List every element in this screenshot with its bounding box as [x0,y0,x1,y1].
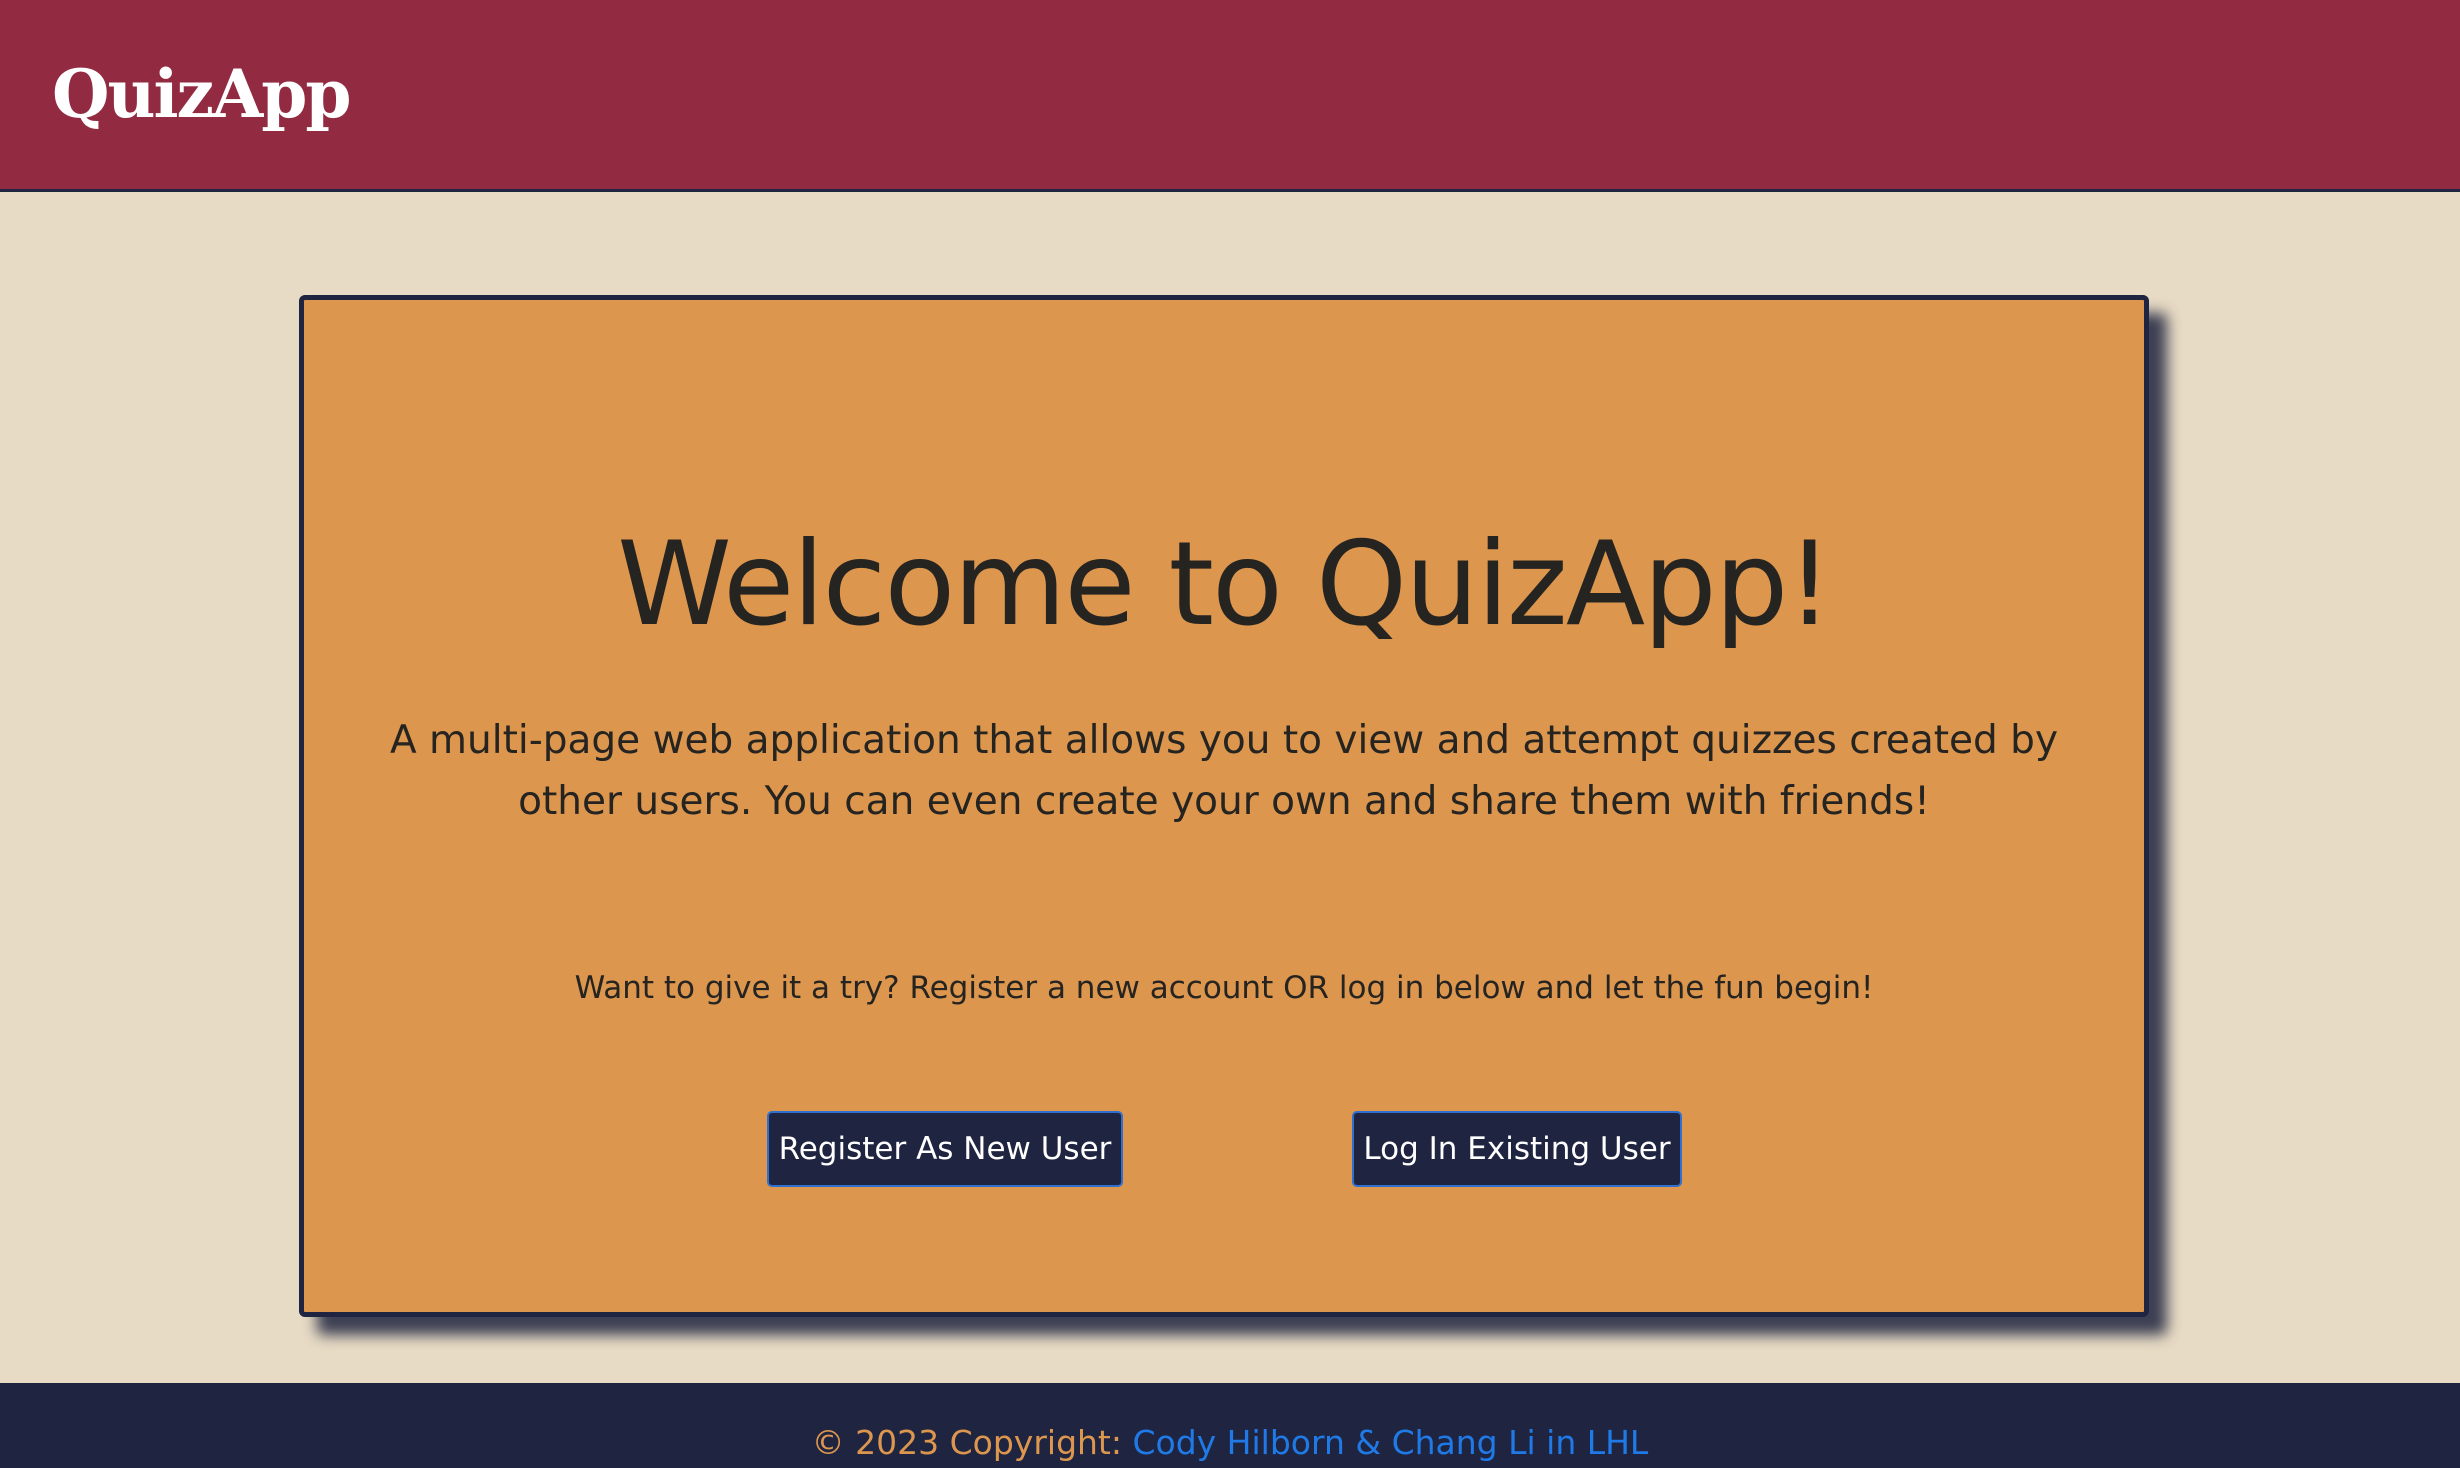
call-to-action-text: Want to give it a try? Register a new ac… [574,970,1874,1006]
welcome-card: Welcome to QuizApp! A multi-page web app… [299,295,2149,1317]
footer-copyright: © 2023 Copyright: Cody Hilborn & Chang L… [0,1421,2460,1465]
copyright-text: © 2023 Copyright: [811,1423,1133,1462]
page-title: Welcome to QuizApp! [617,517,1833,652]
top-navbar: QuizApp [0,0,2460,192]
credits-link[interactable]: Cody Hilborn & Chang Li in LHL [1132,1423,1648,1462]
brand-logo-link[interactable]: QuizApp [52,54,352,134]
page-footer: © 2023 Copyright: Cody Hilborn & Chang L… [0,1383,2460,1468]
app-description: A multi-page web application that allows… [389,718,2059,824]
login-button[interactable]: Log In Existing User [1352,1111,1682,1187]
register-button[interactable]: Register As New User [767,1111,1123,1187]
